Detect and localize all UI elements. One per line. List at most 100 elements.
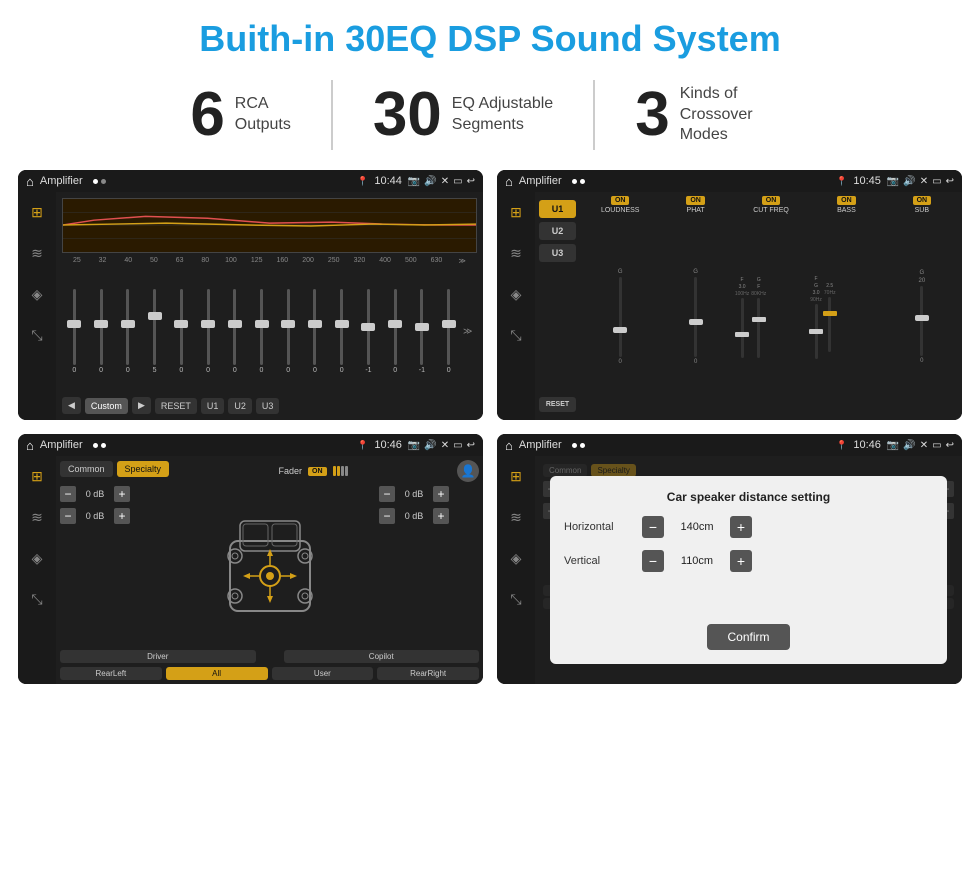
stat-eq: 30 EQ AdjustableSegments [333,84,593,146]
home-icon-3[interactable]: ⌂ [26,438,34,453]
slider-13[interactable]: 0 [383,289,408,374]
prev-btn[interactable]: ◀ [62,397,81,414]
amp-side-2: ⊞ ≋ ◈ ⤡ [497,192,535,420]
slider-5[interactable]: 0 [169,289,194,374]
back-icon-4[interactable]: ↩ [946,440,954,451]
preset-reset[interactable]: RESET [539,397,576,412]
slider-9[interactable]: 0 [276,289,301,374]
speaker-icon-2[interactable]: ◈ [507,282,526,307]
tab-common[interactable]: Common [60,461,113,477]
back-icon-1[interactable]: ↩ [467,176,475,187]
amp-content: ⊞ ≋ ◈ ⤡ U1 U2 U3 RESET [497,192,962,420]
home-icon-4[interactable]: ⌂ [505,438,513,453]
user-btn[interactable]: User [272,667,374,680]
minus-btn-1[interactable]: − [60,486,76,502]
u1-btn-1[interactable]: U1 [201,398,225,414]
play-btn[interactable]: ▶ [132,397,151,414]
slider-8[interactable]: 0 [249,289,274,374]
screen-dialog: ⌂ Amplifier 📍 10:46 📷 🔊 ✕ ▭ ↩ ⊞ ≋ ◈ ⤡ [497,434,962,684]
slider-10[interactable]: 0 [303,289,328,374]
arrows-icon-2[interactable]: ⤡ [506,323,525,348]
u3-btn-1[interactable]: U3 [256,398,280,414]
plus-btn-2[interactable]: + [114,508,130,524]
window-icon-3: ▭ [453,440,462,451]
location-icon-3: 📍 [357,440,368,451]
back-icon-2[interactable]: ↩ [946,176,954,187]
eq-icon-1[interactable]: ⊞ [27,200,47,225]
time-1: 10:44 [374,175,402,187]
screen2-title: Amplifier [519,175,562,187]
slider-7[interactable]: 0 [222,289,247,374]
u2-btn-1[interactable]: U2 [228,398,252,414]
distance-dialog: Car speaker distance setting Horizontal … [550,476,947,664]
wave-icon-4[interactable]: ≋ [506,505,526,530]
slider-15[interactable]: 0 [436,289,461,374]
stat-rca-label: RCAOutputs [235,94,291,136]
preset-u1[interactable]: U1 [539,200,576,218]
arrows-icon-4[interactable]: ⤡ [506,587,525,612]
copilot-btn[interactable]: Copilot [284,650,480,663]
home-icon-2[interactable]: ⌂ [505,174,513,189]
camera-icon-3: 📷 [408,440,420,451]
speaker-icon-1[interactable]: ◈ [28,282,47,307]
db-row-3: − 0 dB + [379,486,479,502]
eq-sliders: 0 0 0 5 0 [62,269,477,393]
minus-btn-2[interactable]: − [60,508,76,524]
plus-btn-1[interactable]: + [114,486,130,502]
slider-2[interactable]: 0 [89,289,114,374]
speaker-icon-3[interactable]: ◈ [28,546,47,571]
horizontal-plus[interactable]: + [730,516,752,538]
horizontal-value: 140cm [672,521,722,533]
minus-btn-4[interactable]: − [379,508,395,524]
camera-icon-4: 📷 [887,440,899,451]
eq-icon-4[interactable]: ⊞ [506,464,526,489]
camera-icon-2: 📷 [887,176,899,187]
fader-on[interactable]: ON [308,467,327,476]
eq-icon-2[interactable]: ⊞ [506,200,526,225]
slider-1[interactable]: 0 [62,289,87,374]
tab-specialty[interactable]: Specialty [117,461,170,477]
home-icon-1[interactable]: ⌂ [26,174,34,189]
slider-14[interactable]: -1 [410,289,435,374]
spk-tabs: Common Specialty [60,461,169,477]
preset-u3[interactable]: U3 [539,244,576,262]
slider-6[interactable]: 0 [196,289,221,374]
rearleft-btn[interactable]: RearLeft [60,667,162,680]
dots-4 [572,443,585,448]
reset-btn[interactable]: RESET [155,398,197,414]
back-icon-3[interactable]: ↩ [467,440,475,451]
vertical-minus[interactable]: − [642,550,664,572]
stat-rca-number: 6 [190,84,224,146]
horizontal-minus[interactable]: − [642,516,664,538]
preset-u2[interactable]: U2 [539,222,576,240]
all-btn[interactable]: All [166,667,268,680]
bass-label: BASS [837,207,856,214]
slider-4[interactable]: 5 [142,289,167,374]
vertical-value: 110cm [672,555,722,567]
wave-icon-2[interactable]: ≋ [506,241,526,266]
avatar-3[interactable]: 👤 [457,460,479,482]
slider-12[interactable]: -1 [356,289,381,374]
eq-icon-3[interactable]: ⊞ [27,464,47,489]
plus-btn-4[interactable]: + [433,508,449,524]
slider-11[interactable]: 0 [329,289,354,374]
phat-label: PHAT [687,207,705,214]
custom-btn[interactable]: Custom [85,398,128,414]
slider-3[interactable]: 0 [115,289,140,374]
vertical-plus[interactable]: + [730,550,752,572]
close-icon-4: ✕ [920,440,928,451]
arrows-icon-3[interactable]: ⤡ [27,587,46,612]
amp-main: U1 U2 U3 RESET ON LOUDNESS [535,192,962,420]
arrows-icon-1[interactable]: ⤡ [27,323,46,348]
minus-btn-3[interactable]: − [379,486,395,502]
rearright-btn[interactable]: RearRight [377,667,479,680]
spk-footer: Driver Copilot [60,650,479,663]
confirm-button[interactable]: Confirm [707,624,789,650]
wave-icon-3[interactable]: ≋ [27,505,47,530]
speaker-icon-4[interactable]: ◈ [507,546,526,571]
plus-btn-3[interactable]: + [433,486,449,502]
db-row-1: − 0 dB + [60,486,160,502]
driver-btn[interactable]: Driver [60,650,256,663]
page-title: Buith-in 30EQ DSP Sound System [0,0,980,70]
wave-icon-1[interactable]: ≋ [27,241,47,266]
